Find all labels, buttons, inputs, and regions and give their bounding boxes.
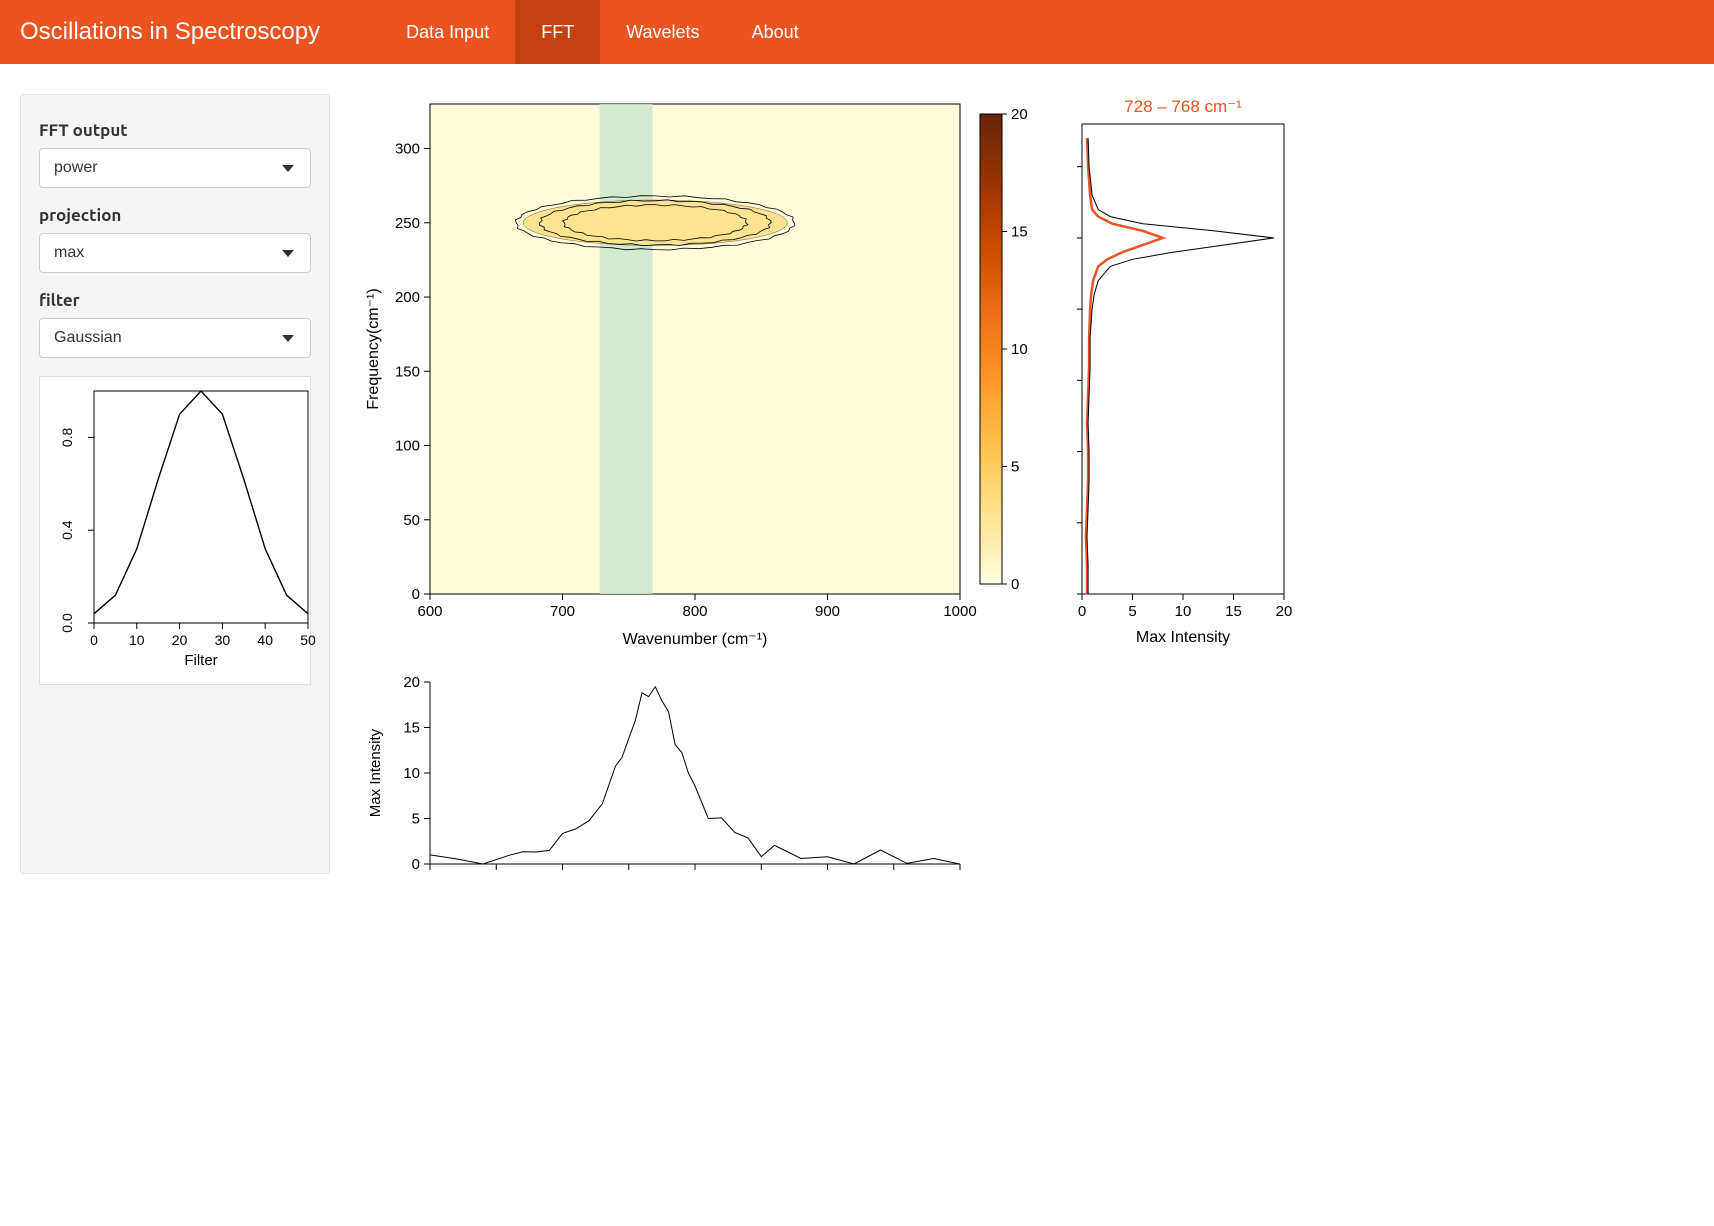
- navbar: Oscillations in Spectroscopy Data Input …: [0, 0, 1714, 64]
- svg-text:900: 900: [815, 603, 840, 620]
- filter-label: filter: [39, 291, 311, 310]
- chevron-down-icon: [282, 165, 294, 172]
- filter-value: Gaussian: [54, 329, 122, 347]
- svg-text:20: 20: [1011, 106, 1028, 123]
- svg-text:20: 20: [403, 674, 420, 691]
- tab-data-input[interactable]: Data Input: [380, 0, 515, 64]
- projection-select[interactable]: max: [39, 233, 311, 273]
- svg-text:Frequency(cm⁻¹): Frequency(cm⁻¹): [365, 288, 382, 409]
- svg-text:Max Intensity: Max Intensity: [367, 728, 384, 817]
- svg-text:40: 40: [257, 632, 273, 648]
- svg-text:5: 5: [1011, 459, 1019, 476]
- svg-text:Wavenumber (cm⁻¹): Wavenumber (cm⁻¹): [623, 631, 768, 648]
- tab-wavelets[interactable]: Wavelets: [600, 0, 725, 64]
- svg-text:Max Intensity: Max Intensity: [1136, 629, 1230, 646]
- svg-text:250: 250: [395, 215, 420, 232]
- svg-text:10: 10: [1011, 341, 1028, 358]
- svg-text:0: 0: [90, 632, 98, 648]
- right-projection-plot: 728 – 768 cm⁻¹ 0 5 10 15 20 Max Intensity: [1054, 94, 1294, 674]
- svg-text:10: 10: [129, 632, 145, 648]
- navbar-tabs: Data Input FFT Wavelets About: [380, 0, 824, 64]
- svg-text:100: 100: [395, 438, 420, 455]
- svg-text:Filter: Filter: [184, 652, 217, 669]
- projection-label: projection: [39, 206, 311, 225]
- svg-text:15: 15: [403, 720, 420, 737]
- filter-plot: 010203040500.00.40.8Filter: [39, 376, 311, 685]
- svg-text:5: 5: [412, 811, 420, 828]
- svg-text:200: 200: [395, 289, 420, 306]
- fft-heatmap[interactable]: 6007008009001000050100150200250300Wavenu…: [360, 94, 1040, 674]
- tab-about[interactable]: About: [726, 0, 825, 64]
- svg-text:600: 600: [417, 603, 442, 620]
- fft-output-select[interactable]: power: [39, 148, 311, 188]
- svg-text:10: 10: [1175, 603, 1192, 620]
- tab-fft[interactable]: FFT: [515, 0, 600, 64]
- app-title: Oscillations in Spectroscopy: [20, 0, 320, 64]
- svg-text:0.4: 0.4: [59, 520, 75, 540]
- svg-text:300: 300: [395, 141, 420, 158]
- sidebar: FFT output power projection max filter G…: [20, 94, 330, 874]
- svg-text:0.8: 0.8: [59, 427, 75, 447]
- svg-text:5: 5: [1128, 603, 1136, 620]
- svg-text:20: 20: [172, 632, 188, 648]
- svg-text:30: 30: [215, 632, 231, 648]
- svg-text:15: 15: [1225, 603, 1242, 620]
- svg-text:20: 20: [1276, 603, 1293, 620]
- svg-text:0.0: 0.0: [59, 613, 75, 633]
- svg-text:150: 150: [395, 363, 420, 380]
- svg-text:0: 0: [1078, 603, 1086, 620]
- svg-text:700: 700: [550, 603, 575, 620]
- filter-select[interactable]: Gaussian: [39, 318, 311, 358]
- bottom-projection-plot: 0 5 10 15 20 Max Intensity: [360, 674, 1040, 874]
- svg-text:0: 0: [1011, 576, 1019, 593]
- chevron-down-icon: [282, 250, 294, 257]
- svg-text:800: 800: [682, 603, 707, 620]
- fft-output-label: FFT output: [39, 121, 311, 140]
- svg-text:15: 15: [1011, 224, 1028, 241]
- svg-text:50: 50: [403, 512, 420, 529]
- svg-text:50: 50: [300, 632, 316, 648]
- svg-text:1000: 1000: [943, 603, 976, 620]
- projection-value: max: [54, 244, 84, 262]
- fft-output-value: power: [54, 159, 98, 177]
- svg-text:0: 0: [412, 856, 420, 873]
- svg-text:10: 10: [403, 765, 420, 782]
- svg-text:0: 0: [412, 586, 420, 603]
- svg-text:728 – 768 cm⁻¹: 728 – 768 cm⁻¹: [1124, 97, 1242, 116]
- chevron-down-icon: [282, 335, 294, 342]
